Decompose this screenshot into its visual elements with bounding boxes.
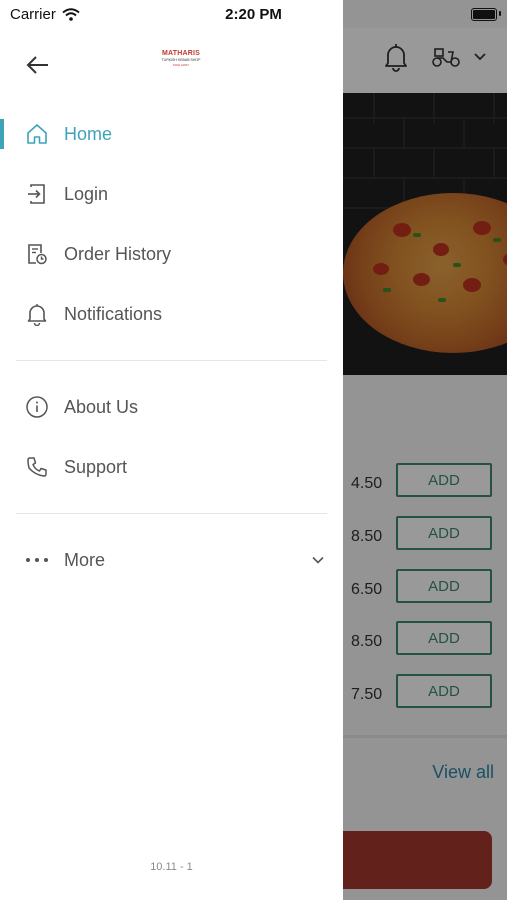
menu-item-label: About Us [64,396,139,417]
menu-item-order-history[interactable]: Order History [0,228,343,280]
status-bar: Carrier 2:20 PM [0,0,507,28]
app-version: 10.11 - 1 [150,861,193,873]
chevron-down-icon[interactable] [311,555,325,565]
home-icon [24,121,50,147]
clock: 2:20 PM [225,6,282,23]
restaurant-logo: MATHARIS TURKISH KEBAB SHOP TAKE AWAY [155,50,207,74]
login-icon [24,181,50,207]
drawer-scrim[interactable] [343,0,507,900]
order-history-icon [24,241,50,267]
more-dots-icon [24,547,50,573]
logo-name: MATHARIS [161,50,201,57]
menu-item-login[interactable]: Login [0,168,343,220]
menu-item-label: Order History [64,243,172,264]
battery-icon [471,8,497,21]
menu-item-notifications[interactable]: Notifications [0,288,343,340]
menu-item-label: Support [64,456,128,477]
battery-tip [499,11,501,16]
menu-item-about-us[interactable]: About Us [0,381,343,433]
menu-divider [16,360,327,361]
menu-item-label: More [64,549,106,570]
menu-divider [16,513,327,514]
bell-icon [24,301,50,327]
menu-item-label: Home [64,123,113,144]
info-icon [24,394,50,420]
menu-item-support[interactable]: Support [0,441,343,493]
phone-icon [24,454,50,480]
logo-tagline: TAKE AWAY [172,63,190,67]
menu-item-home[interactable]: Home [0,108,343,160]
back-arrow-icon[interactable] [24,51,52,79]
menu-item-label: Notifications [64,303,163,324]
navigation-drawer: MATHARIS TURKISH KEBAB SHOP TAKE AWAY Ho… [0,0,343,900]
menu-item-label: Login [64,183,109,204]
menu-item-more[interactable]: More [0,534,343,586]
